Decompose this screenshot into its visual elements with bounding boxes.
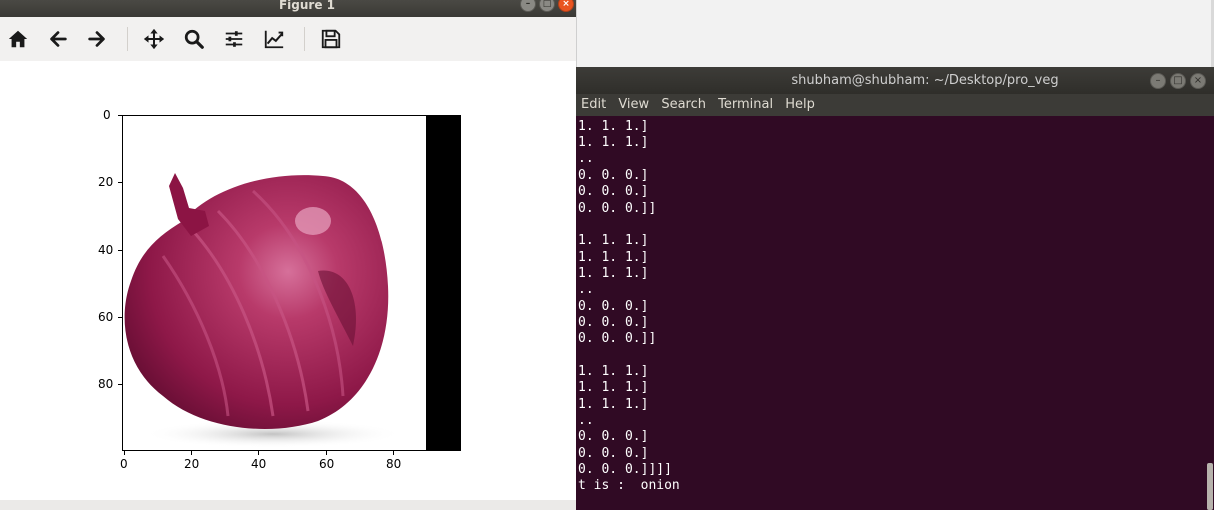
ytick-mark — [118, 182, 122, 183]
terminal-line: .. — [578, 151, 594, 166]
xtick-mark — [393, 451, 394, 455]
home-icon — [8, 30, 28, 48]
xtick-label: 0 — [120, 457, 128, 471]
figure-minimize-button[interactable]: – — [520, 0, 536, 12]
menu-edit[interactable]: Edit — [581, 97, 606, 112]
figure-title: Figure 1 — [278, 0, 336, 12]
terminal-line: 0. 0. 0.]] — [578, 201, 657, 216]
ytick-mark — [118, 384, 122, 385]
ytick-label: 60 — [98, 310, 114, 324]
terminal-line: .. — [578, 282, 594, 297]
subplots-config-icon — [225, 31, 243, 47]
edit-axis-button[interactable] — [261, 26, 287, 52]
terminal-title: shubham@shubham: ~/Desktop/pro_veg — [791, 73, 1059, 88]
menu-help[interactable]: Help — [785, 97, 815, 112]
ytick-mark — [118, 250, 122, 251]
terminal-minimize-button[interactable]: – — [1150, 73, 1166, 89]
terminal-line: 0. 0. 0.]] — [578, 331, 657, 346]
terminal-line: 1. 1. 1.] — [578, 135, 649, 150]
terminal-line: 1. 1. 1.] — [578, 380, 649, 395]
ytick-label: 80 — [98, 377, 114, 391]
save-button[interactable] — [318, 26, 344, 52]
terminal-scrollbar[interactable] — [1205, 116, 1214, 510]
pan-button[interactable] — [141, 26, 167, 52]
terminal-line: 1. 1. 1.] — [578, 119, 649, 134]
back-button[interactable] — [45, 26, 71, 52]
terminal-line: 0. 0. 0.]]]] — [578, 462, 672, 477]
xtick-label: 40 — [251, 457, 267, 471]
subplots-button[interactable] — [221, 26, 247, 52]
ytick-mark — [118, 317, 122, 318]
xtick-label: 80 — [386, 457, 402, 471]
back-arrow-icon — [50, 31, 67, 47]
edit-axis-icon — [264, 30, 284, 49]
ytick-label: 0 — [103, 108, 111, 122]
ytick-label: 20 — [98, 175, 114, 189]
zoom-button[interactable] — [181, 26, 207, 52]
toolbar-separator — [304, 27, 305, 51]
figure-statusbar — [0, 500, 576, 510]
terminal-close-button[interactable]: × — [1190, 73, 1206, 89]
pan-move-icon — [143, 28, 165, 50]
xtick-mark — [191, 451, 192, 455]
ytick-mark — [118, 115, 122, 116]
terminal-line: 1. 1. 1.] — [578, 397, 649, 412]
forward-button[interactable] — [84, 26, 110, 52]
home-button[interactable] — [5, 26, 31, 52]
forward-arrow-icon — [88, 31, 105, 47]
terminal-line: 1. 1. 1.] — [578, 250, 649, 265]
terminal-window[interactable]: shubham@shubham: ~/Desktop/pro_veg – □ ×… — [576, 67, 1214, 510]
terminal-line: 0. 0. 0.] — [578, 299, 649, 314]
terminal-maximize-button[interactable]: □ — [1170, 73, 1186, 89]
figure-toolbar — [0, 17, 576, 61]
terminal-line: .. — [578, 413, 594, 428]
terminal-scrollbar-thumb[interactable] — [1207, 463, 1213, 510]
ytick-label: 40 — [98, 243, 114, 257]
terminal-titlebar[interactable]: shubham@shubham: ~/Desktop/pro_veg – □ × — [576, 67, 1214, 94]
figure-window[interactable]: Figure 1 – □ × 0 20 40 60 80 0 20 40 60 … — [0, 0, 576, 510]
black-padding-band — [426, 116, 460, 450]
xtick-mark — [258, 451, 259, 455]
terminal-menubar: Edit View Search Terminal Help — [576, 94, 1214, 116]
terminal-line: 1. 1. 1.] — [578, 266, 649, 281]
background-window — [576, 0, 1214, 67]
onion-image — [124, 173, 403, 448]
terminal-line: 0. 0. 0.] — [578, 168, 649, 183]
menu-search[interactable]: Search — [661, 97, 706, 112]
toolbar-separator — [127, 27, 128, 51]
terminal-line: t is : onion — [578, 478, 680, 493]
xtick-mark — [326, 451, 327, 455]
xtick-mark — [124, 451, 125, 455]
figure-close-button[interactable]: × — [558, 0, 574, 12]
menu-terminal[interactable]: Terminal — [718, 97, 773, 112]
terminal-line: 0. 0. 0.] — [578, 315, 649, 330]
xtick-label: 60 — [319, 457, 335, 471]
terminal-line: 1. 1. 1.] — [578, 233, 649, 248]
zoom-icon — [184, 29, 204, 49]
xtick-label: 20 — [184, 457, 200, 471]
terminal-output[interactable]: 1. 1. 1.] 1. 1. 1.] .. 0. 0. 0.] 0. 0. 0… — [576, 116, 1204, 510]
menu-view[interactable]: View — [618, 97, 649, 112]
image-axes[interactable] — [122, 115, 461, 451]
terminal-line: 0. 0. 0.] — [578, 446, 649, 461]
terminal-line: 1. 1. 1.] — [578, 364, 649, 379]
figure-titlebar[interactable]: Figure 1 – □ × — [0, 0, 576, 17]
terminal-line: 0. 0. 0.] — [578, 429, 649, 444]
figure-maximize-button[interactable]: □ — [539, 0, 555, 12]
terminal-line: 0. 0. 0.] — [578, 184, 649, 199]
save-icon — [321, 29, 341, 49]
